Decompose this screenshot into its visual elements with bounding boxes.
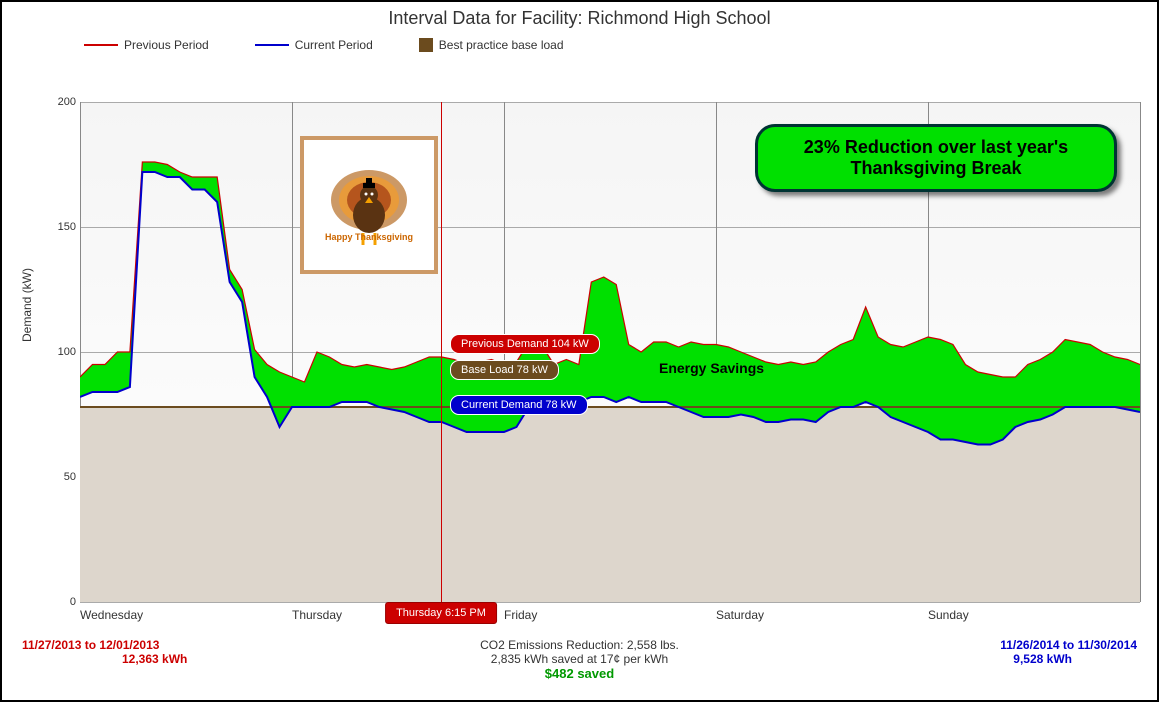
- x-tick-sat: Saturday: [716, 608, 764, 622]
- thanksgiving-icon: Happy Thanksgiving: [300, 136, 438, 274]
- y-tick-150: 150: [52, 221, 76, 233]
- thanksgiving-caption: Happy Thanksgiving: [325, 232, 413, 242]
- y-tick-0: 0: [52, 596, 76, 608]
- x-tick-fri: Friday: [504, 608, 537, 622]
- y-axis-label: Demand (kW): [20, 268, 34, 342]
- legend-swatch-previous: [84, 44, 118, 46]
- chart-frame: Interval Data for Facility: Richmond Hig…: [0, 0, 1159, 702]
- time-cursor[interactable]: [441, 102, 442, 602]
- x-tick-sun: Sunday: [928, 608, 969, 622]
- co2-reduction: CO2 Emissions Reduction: 2,558 lbs.: [2, 638, 1157, 652]
- legend-swatch-baseload: [419, 38, 433, 52]
- legend-label-current: Current Period: [295, 38, 373, 52]
- y-tick-50: 50: [52, 471, 76, 483]
- x-tick-thu: Thursday: [292, 608, 342, 622]
- legend-current: Current Period: [255, 38, 373, 52]
- x-tick-wed: Wednesday: [80, 608, 143, 622]
- baseload-badge: Base Load 78 kW: [450, 360, 559, 380]
- y-tick-100: 100: [52, 346, 76, 358]
- dollars-saved: $482 saved: [2, 666, 1157, 681]
- legend-label-previous: Previous Period: [124, 38, 209, 52]
- reduction-callout: 23% Reduction over last year's Thanksgiv…: [755, 124, 1117, 192]
- cursor-time-badge: Thursday 6:15 PM: [385, 602, 497, 624]
- kwh-saved: 2,835 kWh saved at 17¢ per kWh: [2, 652, 1157, 666]
- legend-label-baseload: Best practice base load: [439, 38, 564, 52]
- legend-previous: Previous Period: [84, 38, 209, 52]
- legend-swatch-current: [255, 44, 289, 46]
- previous-demand-badge: Previous Demand 104 kW: [450, 334, 600, 354]
- chart-title: Interval Data for Facility: Richmond Hig…: [2, 8, 1157, 29]
- legend: Previous Period Current Period Best prac…: [84, 38, 564, 52]
- energy-savings-label: Energy Savings: [659, 360, 764, 376]
- legend-baseload: Best practice base load: [419, 38, 564, 52]
- current-demand-badge: Current Demand 78 kW: [450, 395, 588, 415]
- y-tick-200: 200: [52, 96, 76, 108]
